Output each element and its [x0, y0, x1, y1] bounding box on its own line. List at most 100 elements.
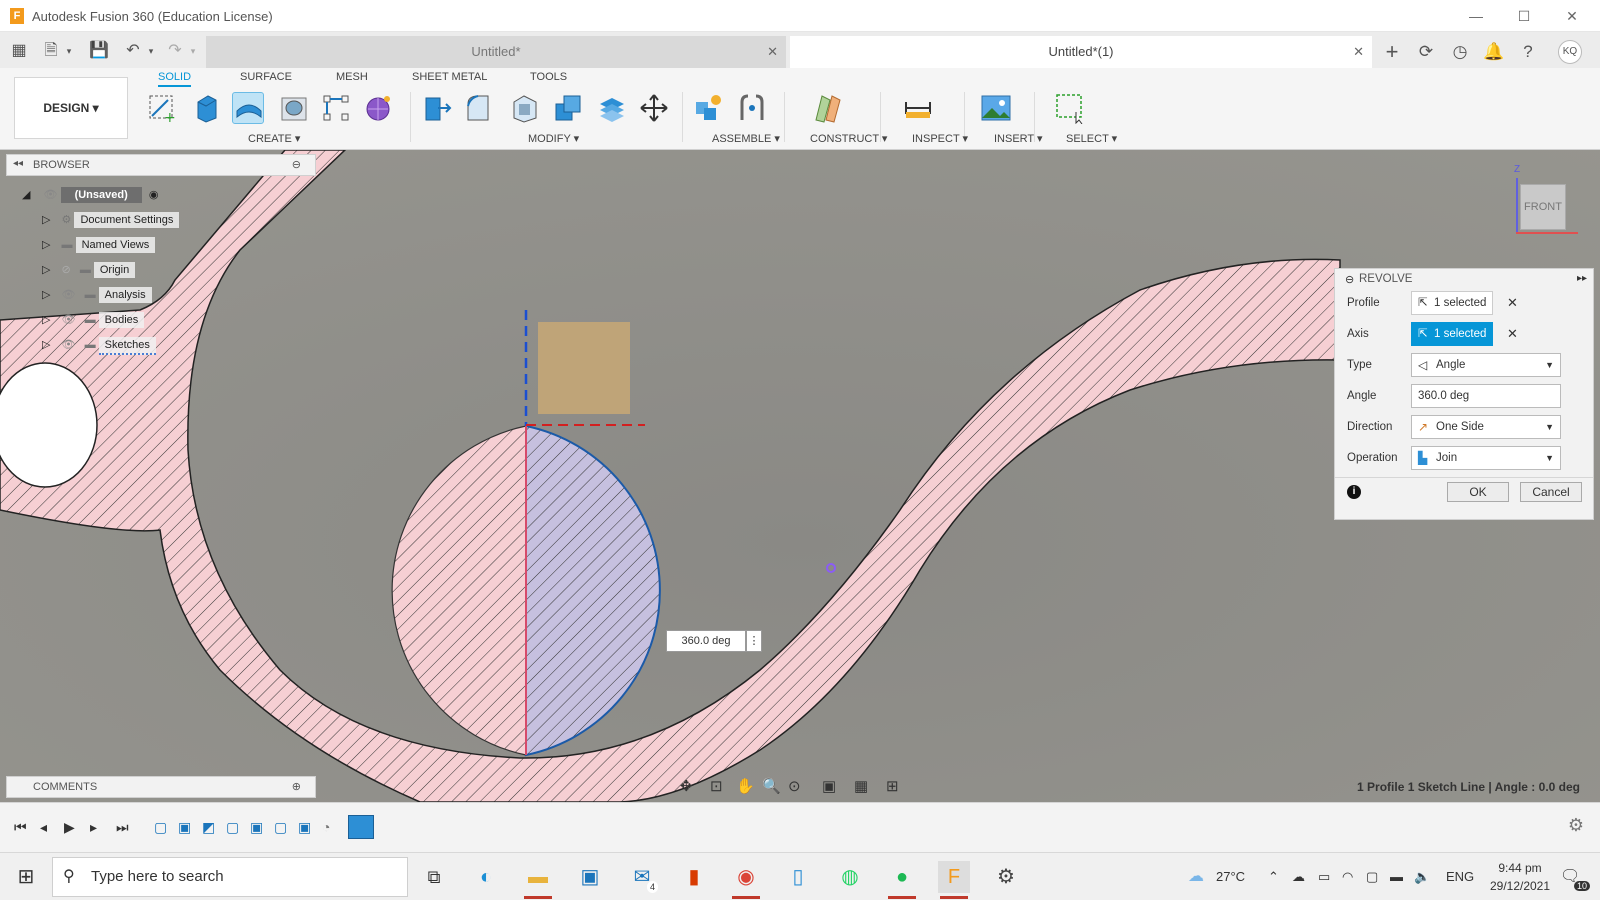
settings-gear-icon[interactable]: ⚙	[990, 861, 1022, 893]
revolve-dialog-header[interactable]: ⊖ REVOLVE ▸▸	[1335, 269, 1593, 291]
weather-temperature[interactable]: 27°C	[1216, 869, 1245, 884]
direction-dropdown[interactable]: ↗ One Side ▼	[1411, 415, 1561, 439]
angle-field[interactable]: 360.0 deg	[1411, 384, 1561, 408]
fillet-icon[interactable]	[462, 92, 494, 124]
tab-surface[interactable]: SURFACE	[240, 71, 292, 83]
insert-image-icon[interactable]	[980, 92, 1012, 124]
edge-browser-icon[interactable]: ◐	[470, 861, 502, 893]
notepad-icon[interactable]: ▯	[782, 861, 814, 893]
select-group-label[interactable]: SELECT ▾	[1066, 132, 1117, 145]
notifications-icon[interactable]: 🔔	[1482, 40, 1506, 64]
clock-date[interactable]: 29/12/2021	[1480, 879, 1560, 893]
file-dropdown-icon[interactable]: ▾	[58, 40, 80, 62]
fusion-taskbar-icon[interactable]: F	[938, 861, 970, 899]
insert-group-label[interactable]: INSERT ▾	[994, 132, 1043, 145]
revolve-icon[interactable]	[232, 92, 264, 124]
create-group-label[interactable]: CREATE ▾	[248, 132, 300, 145]
collapse-browser-icon[interactable]: ◂◂	[13, 158, 23, 169]
maximize-icon[interactable]: ☐	[1514, 6, 1534, 26]
spotify-icon[interactable]: ●	[886, 861, 918, 899]
display-icon[interactable]: ▢	[1366, 869, 1378, 885]
expand-triangle-icon[interactable]: ▷	[42, 239, 50, 251]
cancel-button[interactable]: Cancel	[1520, 482, 1582, 502]
pan-hand-icon[interactable]: ✋	[736, 777, 755, 795]
browser-item-sketches[interactable]: ▷ 👁 ▬ Sketches	[22, 334, 179, 356]
timeline-active-sketch-icon[interactable]	[348, 815, 374, 839]
close-window-icon[interactable]: ✕	[1562, 6, 1582, 26]
undo-dropdown-icon[interactable]: ▾	[140, 40, 162, 62]
hidden-eye-icon[interactable]: ⊘	[62, 264, 71, 276]
expand-triangle-icon[interactable]: ▷	[42, 264, 50, 276]
new-tab-icon[interactable]: +	[1380, 40, 1404, 64]
grid-icon[interactable]: ▦	[854, 777, 868, 795]
offset-plane-icon[interactable]	[812, 92, 844, 124]
viewports-icon[interactable]: ⊞	[886, 777, 899, 795]
visibility-eye-icon[interactable]: 👁	[62, 314, 76, 326]
visibility-eye-icon[interactable]: 👁	[44, 189, 58, 201]
visibility-eye-icon[interactable]: 👁	[62, 339, 76, 351]
display-settings-icon[interactable]: ▣	[822, 777, 836, 795]
timeline-settings-gear-icon[interactable]: ⚙	[1568, 815, 1584, 836]
collapse-triangle-icon[interactable]: ◢	[22, 189, 30, 201]
press-pull-icon[interactable]	[420, 92, 452, 124]
browser-item-bodies[interactable]: ▷ 👁 ▬ Bodies	[22, 309, 179, 331]
measure-icon[interactable]	[902, 92, 934, 124]
chrome-icon[interactable]: ◉	[730, 861, 762, 899]
expand-triangle-icon[interactable]: ▷	[42, 339, 50, 351]
weather-icon[interactable]: ☁	[1188, 866, 1204, 886]
redo-dropdown-icon[interactable]: ▾	[182, 40, 204, 62]
expand-triangle-icon[interactable]: ▷	[42, 314, 50, 326]
construct-group-label[interactable]: CONSTRUCT ▾	[810, 132, 887, 145]
type-dropdown[interactable]: ◁ Angle ▼	[1411, 353, 1561, 377]
combine-icon[interactable]	[552, 92, 584, 124]
tab-solid[interactable]: SOLID	[158, 71, 192, 87]
chevron-up-icon[interactable]: ⌃	[1268, 869, 1279, 885]
assemble-group-label[interactable]: ASSEMBLE ▾	[712, 132, 780, 145]
orbit-icon[interactable]: ✥	[680, 777, 693, 795]
look-at-icon[interactable]: ⊡	[710, 777, 723, 795]
axis-select-button[interactable]: ⇱ 1 selected	[1411, 322, 1493, 346]
browser-item-document-settings[interactable]: ▷ ⚙ Document Settings	[22, 209, 180, 231]
tab-sheet-metal[interactable]: SHEET METAL	[412, 71, 487, 83]
timeline-sketch-icon[interactable]: ▢	[274, 819, 287, 836]
extrude-icon[interactable]	[190, 92, 222, 124]
device-icon[interactable]: ▭	[1318, 869, 1330, 885]
timeline-feature-icon[interactable]: ◩	[202, 819, 215, 836]
app-grid-icon[interactable]: ▦	[8, 40, 30, 62]
hole-icon[interactable]	[278, 92, 310, 124]
add-comment-icon[interactable]: ⊕	[292, 780, 301, 793]
expand-triangle-icon[interactable]: ▷	[42, 289, 50, 301]
clear-profile-icon[interactable]: ✕	[1507, 295, 1518, 311]
volume-icon[interactable]: 🔈	[1414, 869, 1430, 885]
browser-root-row[interactable]: ◢ 👁 (Unsaved) ◉	[22, 184, 179, 206]
minimize-icon[interactable]: —	[1466, 6, 1486, 26]
extensions-icon[interactable]: ⟳	[1414, 40, 1438, 64]
timeline-extrude-icon[interactable]: ▣	[298, 819, 311, 836]
task-view-icon[interactable]: ⧉	[418, 861, 450, 893]
modify-group-label[interactable]: MODIFY ▾	[528, 132, 579, 145]
profile-select-button[interactable]: ⇱ 1 selected	[1411, 291, 1493, 315]
user-avatar[interactable]: KQ	[1558, 40, 1582, 64]
timeline-sketch-icon[interactable]: ▢	[226, 819, 239, 836]
workspace-switcher[interactable]: DESIGN ▾	[14, 77, 128, 139]
shell-icon[interactable]	[508, 92, 540, 124]
offset-faces-icon[interactable]	[596, 92, 628, 124]
help-icon[interactable]: ?	[1516, 40, 1540, 64]
clear-axis-icon[interactable]: ✕	[1507, 326, 1518, 342]
microsoft-store-icon[interactable]: ▣	[574, 861, 606, 893]
close-tab-icon[interactable]: ✕	[1353, 36, 1364, 68]
play-icon[interactable]: ▶	[64, 819, 75, 836]
form-icon[interactable]	[362, 92, 394, 124]
browser-item-analysis[interactable]: ▷ 👁 ▬ Analysis	[22, 284, 179, 306]
joint-icon[interactable]	[736, 92, 768, 124]
select-window-icon[interactable]	[1054, 92, 1086, 125]
wifi-icon[interactable]: ◠	[1342, 869, 1353, 885]
timeline-extrude-icon[interactable]: ▣	[250, 819, 263, 836]
office-icon[interactable]: ▮	[678, 861, 710, 893]
timeline-extrude-icon[interactable]: ▣	[178, 819, 191, 836]
operation-dropdown[interactable]: ▙ Join ▼	[1411, 446, 1561, 470]
zoom-icon[interactable]: 🔍	[762, 777, 781, 795]
info-icon[interactable]: i	[1347, 485, 1361, 499]
expand-dialog-icon[interactable]: ▸▸	[1577, 273, 1587, 284]
browser-item-named-views[interactable]: ▷ ▬ Named Views	[22, 234, 179, 256]
